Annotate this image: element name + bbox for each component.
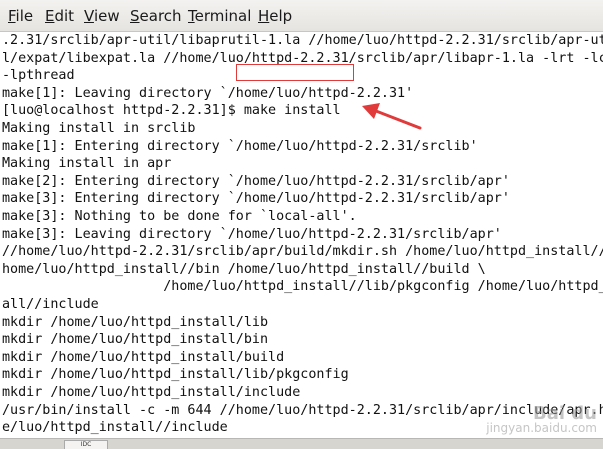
terminal-line: Making install in srclib	[2, 121, 196, 136]
terminal-line: [luo@localhost httpd-2.2.31]$ make insta…	[2, 103, 341, 119]
menubar: File Edit View Search Terminal Help	[0, 0, 603, 32]
terminal-line: mkdir /home/luo/httpd_install/build	[2, 349, 285, 365]
terminal-window: File Edit View Search Terminal Help .2.3…	[0, 0, 603, 449]
terminal-line: -lpthread	[2, 68, 75, 84]
menu-help[interactable]: Help	[258, 7, 292, 25]
menu-file[interactable]: File	[8, 7, 33, 25]
terminal-line: home/luo/httpd_install//bin /home/luo/ht…	[2, 261, 486, 277]
menu-terminal[interactable]: Terminal	[188, 7, 251, 25]
terminal-line: .2.31/srclib/apr-util/libaprutil-1.la //…	[2, 33, 603, 48]
terminal-line: make[1]: Leaving directory `/home/luo/ht…	[2, 85, 414, 101]
menu-view[interactable]: View	[84, 7, 120, 25]
baidu-watermark: Bai du jingyan.baidu.com	[486, 403, 597, 436]
menu-search[interactable]: Search	[130, 7, 182, 25]
taskbar-tab[interactable]: IDC	[64, 440, 108, 449]
terminal-line: make[3]: Nothing to be done for `local-a…	[2, 209, 357, 224]
taskbar: IDC	[0, 438, 603, 449]
terminal-line: mkdir /home/luo/httpd_install/bin	[2, 332, 269, 348]
terminal-line: mkdir /home/luo/httpd_install/lib	[2, 314, 269, 330]
watermark-url: jingyan.baidu.com	[486, 421, 597, 435]
terminal-line: make[3]: Entering directory `/home/luo/h…	[2, 191, 510, 207]
terminal-line: //home/luo/httpd-2.2.31/srclib/apr/build…	[2, 244, 603, 260]
terminal-line: Making install in apr	[2, 156, 172, 172]
terminal-output[interactable]: .2.31/srclib/apr-util/libaprutil-1.la //…	[0, 32, 603, 438]
terminal-line: mkdir /home/luo/httpd_install/include	[2, 385, 301, 400]
terminal-line: /home/luo/httpd_install//lib/pkgconfig /…	[2, 279, 603, 295]
terminal-line: all//include	[2, 297, 99, 312]
terminal-line: make[2]: Entering directory `/home/luo/h…	[2, 173, 510, 189]
command-highlight-box	[236, 64, 354, 81]
watermark-brand: Bai du	[532, 403, 597, 424]
terminal-line: make[1]: Entering directory `/home/luo/h…	[2, 138, 478, 154]
terminal-line: e/luo/httpd_install//include	[2, 420, 228, 436]
terminal-line: make[3]: Leaving directory `/home/luo/ht…	[2, 226, 502, 242]
terminal-line: mkdir /home/luo/httpd_install/lib/pkgcon…	[2, 367, 349, 383]
menu-edit[interactable]: Edit	[45, 7, 74, 25]
